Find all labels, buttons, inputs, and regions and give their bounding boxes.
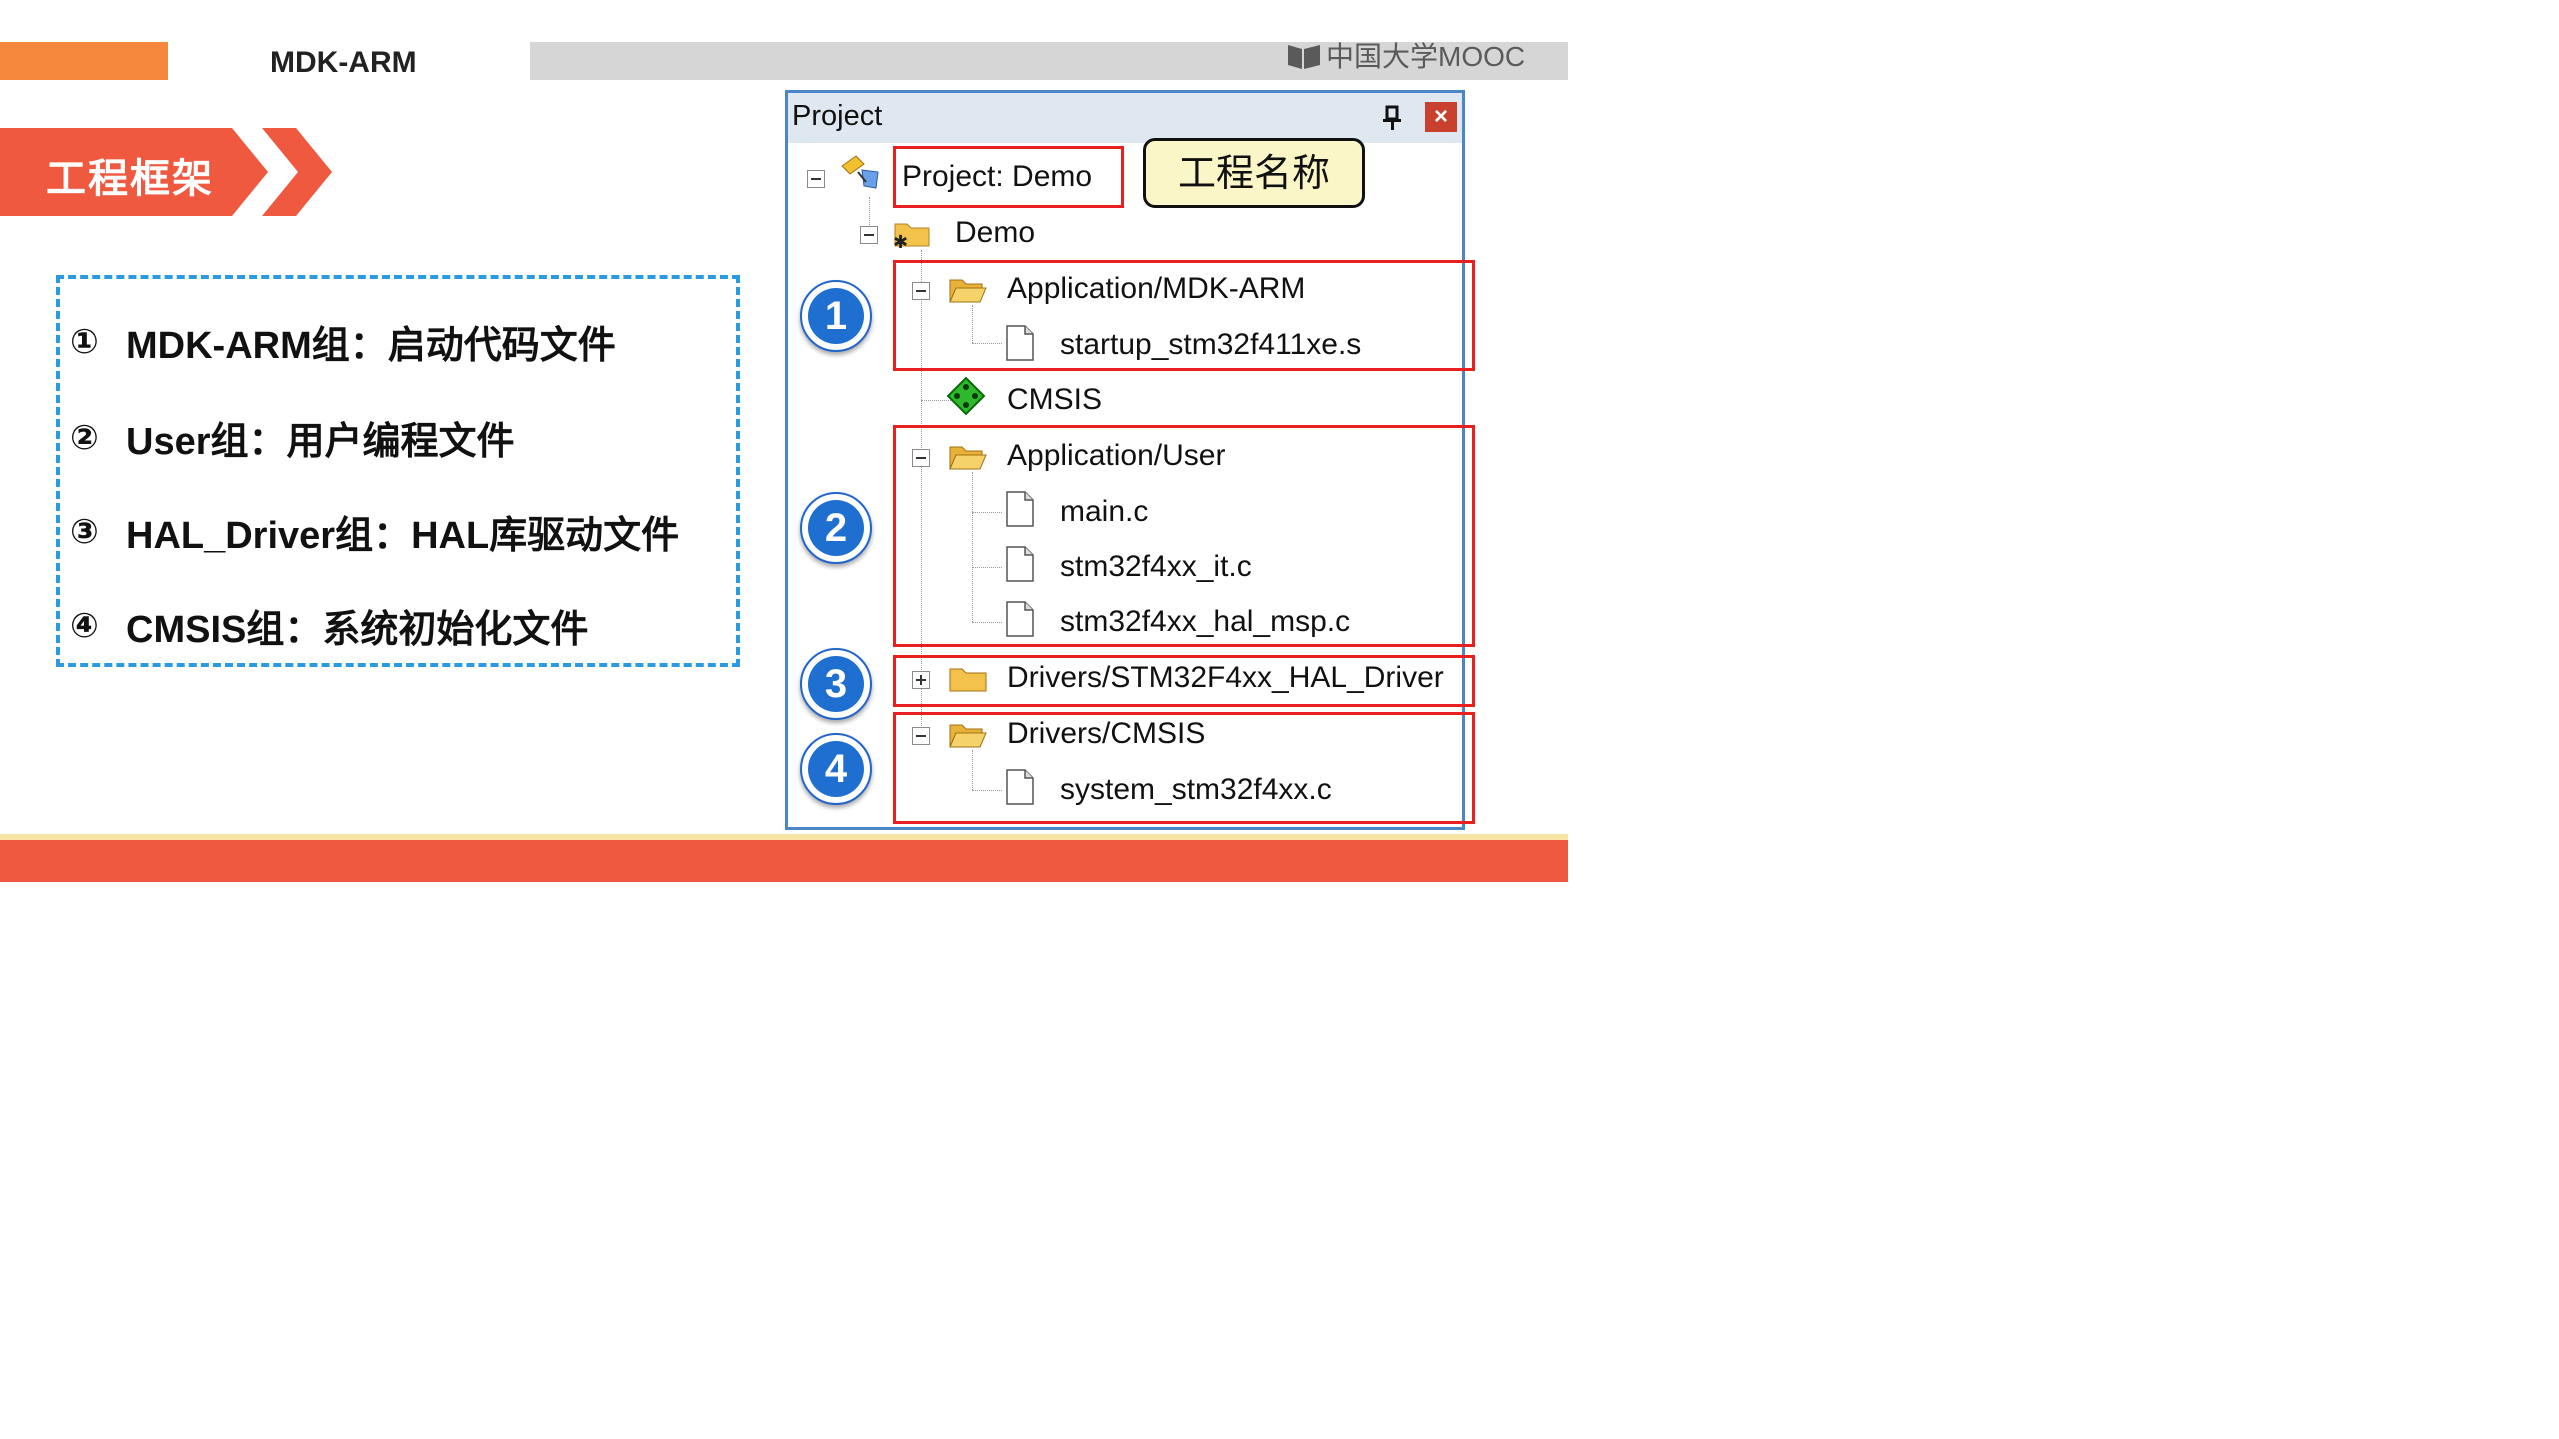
page-title: MDK-ARM bbox=[270, 46, 417, 79]
header-accent-bar bbox=[0, 42, 168, 80]
section-title: 工程框架 bbox=[46, 157, 214, 201]
list-item-mdk: ① MDK-ARM组：启动代码文件 bbox=[70, 314, 616, 369]
file-icon bbox=[1006, 601, 1034, 637]
item-text: MDK-ARM组：启动代码文件 bbox=[126, 325, 616, 367]
project-icon bbox=[841, 155, 879, 189]
tree-group-application-user[interactable]: Application/User bbox=[1007, 439, 1225, 473]
pin-icon[interactable] bbox=[1378, 104, 1406, 132]
file-icon bbox=[1006, 769, 1034, 805]
collapse-toggle-user[interactable] bbox=[912, 449, 930, 467]
cmsis-icon bbox=[946, 376, 986, 416]
badge-1: 1 bbox=[800, 280, 872, 352]
logo-text: 中国大学MOOC bbox=[1326, 41, 1526, 72]
badge-number: 1 bbox=[808, 288, 864, 344]
tree-group-mdk-arm[interactable]: Application/MDK-ARM bbox=[1007, 272, 1305, 306]
list-item-cmsis: ④ CMSIS组：系统初始化文件 bbox=[70, 598, 588, 653]
project-panel-title: Project bbox=[792, 100, 883, 132]
project-panel-header bbox=[788, 93, 1462, 143]
collapse-toggle-drivers-cmsis[interactable] bbox=[912, 727, 930, 745]
tree-file-main[interactable]: main.c bbox=[1060, 495, 1148, 529]
target-folder-icon: ✱ bbox=[893, 223, 930, 248]
item-number: ④ bbox=[70, 606, 99, 645]
tree-line bbox=[869, 197, 870, 225]
svg-text:✱: ✱ bbox=[893, 232, 908, 248]
list-item-hal: ③ HAL_Driver组：HAL库驱动文件 bbox=[70, 504, 679, 559]
tree-file-it[interactable]: stm32f4xx_it.c bbox=[1060, 550, 1252, 584]
tree-file-startup[interactable]: startup_stm32f411xe.s bbox=[1060, 328, 1361, 362]
tree-group-hal-driver[interactable]: Drivers/STM32F4xx_HAL_Driver bbox=[1007, 661, 1444, 695]
open-folder-icon bbox=[949, 279, 987, 303]
close-button[interactable]: × bbox=[1425, 102, 1457, 132]
tree-file-system[interactable]: system_stm32f4xx.c bbox=[1060, 773, 1332, 807]
expand-toggle-hal[interactable] bbox=[912, 671, 930, 689]
callout-project-name: 工程名称 bbox=[1143, 138, 1365, 208]
open-folder-icon bbox=[949, 724, 987, 748]
mooc-logo: 中国大学MOOC bbox=[1286, 38, 1525, 72]
book-icon bbox=[1286, 41, 1322, 69]
badge-3: 3 bbox=[800, 648, 872, 720]
list-item-user: ② User组：用户编程文件 bbox=[70, 410, 515, 465]
badge-2: 2 bbox=[800, 492, 872, 564]
collapse-toggle-mdk[interactable] bbox=[912, 282, 930, 300]
item-text: HAL_Driver组：HAL库驱动文件 bbox=[126, 515, 680, 557]
tree-item-target[interactable]: Demo bbox=[955, 216, 1035, 250]
badge-4: 4 bbox=[800, 733, 872, 805]
badge-number: 3 bbox=[808, 656, 864, 712]
item-number: ② bbox=[70, 418, 99, 457]
tree-item-cmsis[interactable]: CMSIS bbox=[1007, 383, 1102, 417]
collapse-toggle-target[interactable] bbox=[860, 226, 878, 244]
footer-bar bbox=[0, 840, 1568, 882]
file-icon bbox=[1006, 546, 1034, 582]
item-text: User组：用户编程文件 bbox=[126, 421, 515, 463]
folder-icon bbox=[949, 668, 987, 692]
item-text: CMSIS组：系统初始化文件 bbox=[126, 609, 589, 651]
file-icon bbox=[1006, 491, 1034, 527]
badge-number: 4 bbox=[808, 741, 864, 797]
tree-item-root[interactable]: Project: Demo bbox=[902, 160, 1092, 194]
file-icon bbox=[1006, 325, 1034, 361]
badge-number: 2 bbox=[808, 500, 864, 556]
collapse-toggle-root[interactable] bbox=[807, 170, 825, 188]
tree-file-hal-msp[interactable]: stm32f4xx_hal_msp.c bbox=[1060, 605, 1350, 639]
item-number: ③ bbox=[70, 512, 99, 551]
tree-group-drivers-cmsis[interactable]: Drivers/CMSIS bbox=[1007, 717, 1205, 751]
open-folder-icon bbox=[949, 446, 987, 470]
item-number: ① bbox=[70, 322, 99, 361]
